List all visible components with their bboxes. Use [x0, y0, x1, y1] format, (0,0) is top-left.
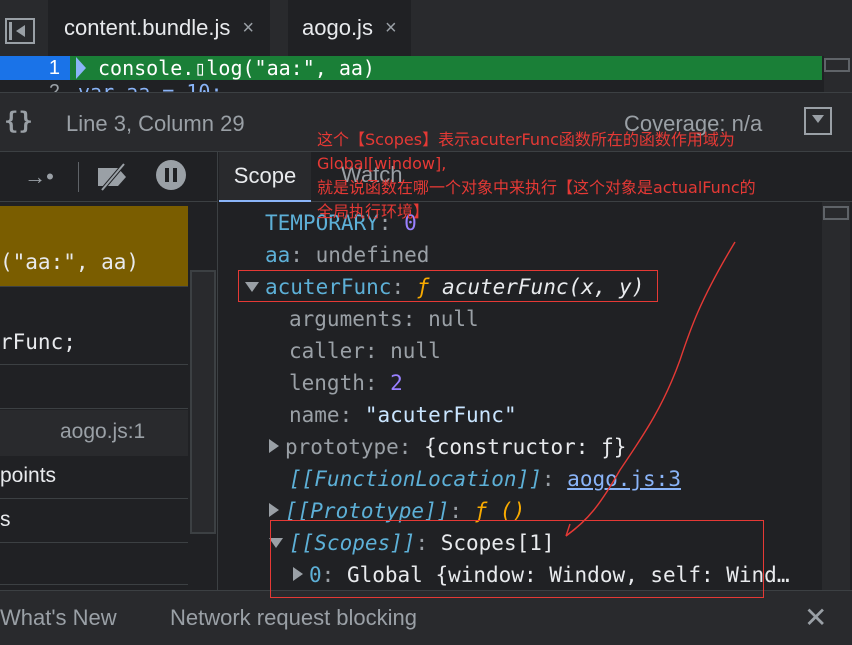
annotation-note: 这个【Scopes】表示acuterFunc函数所在的函数作用域为 Global… — [317, 128, 837, 224]
annotation-line: 这个【Scopes】表示acuterFunc函数所在的函数作用域为 — [317, 130, 735, 149]
annotation-line: 全局执行环境】 — [317, 202, 430, 221]
annotation-arrow-icon — [565, 241, 736, 537]
annotation-line: Global[window], — [317, 154, 447, 173]
annotation-line: 就是说函数在哪一个对象中来执行【这个对象是actualFunc的 — [317, 178, 756, 197]
